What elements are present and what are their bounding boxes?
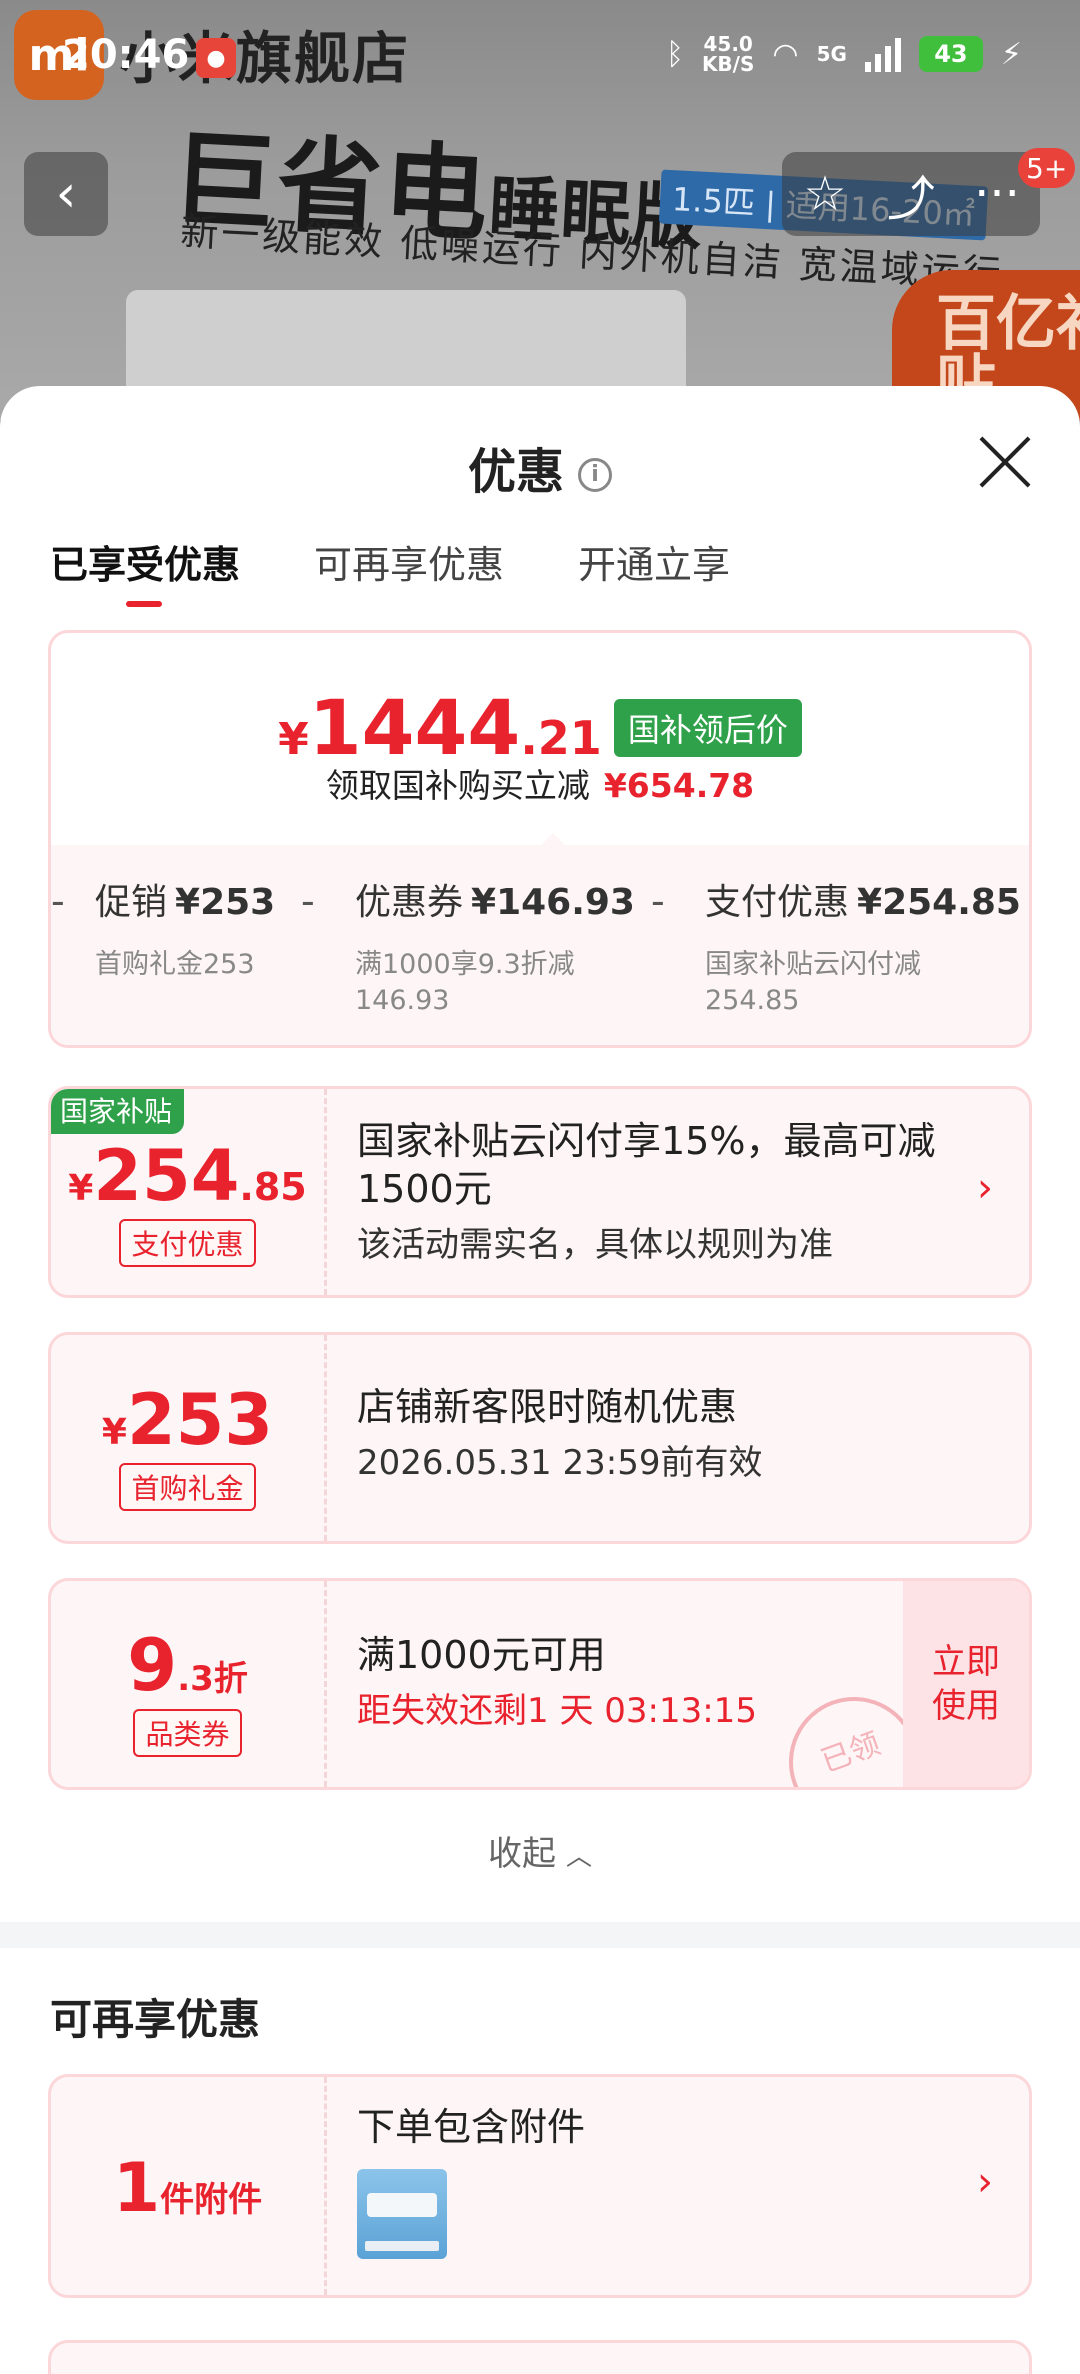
coupon-card-payment[interactable]: ¥254.85 支付优惠 国家补贴 国家补贴云闪付享15%，最高可减1500元 … xyxy=(48,1086,1032,1298)
minus-icon: - xyxy=(651,879,665,923)
charging-icon: ⚡ xyxy=(1000,36,1022,72)
accessory-count: 1件附件 xyxy=(112,2149,263,2228)
network-speed: 45.0 KB/S xyxy=(701,32,755,76)
accessory-title: 下单包含附件 xyxy=(357,2105,586,2149)
coupon-title: 店铺新客限时随机优惠 xyxy=(357,1385,738,1429)
use-now-button[interactable]: 立即使用 xyxy=(903,1581,1029,1787)
battery-icon: 43 xyxy=(918,36,983,72)
sheet-title: 优惠 i xyxy=(0,432,1080,502)
share-icon[interactable]: ⤴ xyxy=(881,159,941,229)
total-savings: 领取国补购买立减 ¥654.78 xyxy=(325,766,755,805)
bluetooth-icon: ᛒ xyxy=(665,36,684,72)
info-icon[interactable]: i xyxy=(578,458,612,492)
collapse-button[interactable]: 收起 ︿ xyxy=(0,1826,1080,1875)
accessory-thumbnail xyxy=(357,2169,447,2259)
next-card-peek xyxy=(48,2340,1032,2374)
price-summary-card: ¥1444.21 国补领后价 领取国补购买立减 ¥654.78 - 促销 ¥253 … xyxy=(48,630,1032,1048)
back-button[interactable]: ‹ xyxy=(24,152,108,236)
chevron-right-icon: › xyxy=(977,1165,993,1211)
coupon-type-chip: 品类券 xyxy=(133,1709,242,1757)
accessory-card[interactable]: 1件附件 下单包含附件 › xyxy=(48,2074,1032,2298)
network-type: 5G xyxy=(816,42,847,66)
section-title: 可再享优惠 xyxy=(50,1995,261,2044)
tab-bar: 已享受优惠 可再享优惠 开通立享 xyxy=(50,534,730,607)
header-actions: ☆ ⤴ ··· xyxy=(782,152,1040,236)
subsidy-corner-tag: 国家补贴 xyxy=(51,1089,185,1134)
coupon-amount: 9.3折 xyxy=(127,1623,248,1707)
coupon-type-chip: 支付优惠 xyxy=(119,1219,256,1267)
cart-count-badge: 5+ xyxy=(1018,148,1076,188)
coupon-amount: ¥254.85 xyxy=(68,1135,307,1217)
coupon-card-new-customer[interactable]: ¥253 首购礼金 店铺新客限时随机优惠 2026.05.31 23:59前有效 xyxy=(48,1332,1032,1544)
breakdown-coupon: 优惠券 ¥146.93 满1000享9.3折减 146.93 xyxy=(355,882,635,1016)
coupon-validity: 2026.05.31 23:59前有效 xyxy=(357,1443,763,1483)
breakdown-payment: 支付优惠 ¥254.85 国家补贴云闪付减 254.85 xyxy=(705,882,1021,1016)
tab-more-available[interactable]: 可再享优惠 xyxy=(314,534,504,607)
minus-icon: - xyxy=(51,879,65,923)
tab-enjoyed[interactable]: 已享受优惠 xyxy=(50,534,240,607)
discount-sheet: 优惠 i 已享受优惠 可再享优惠 开通立享 ¥1444.21 国补领后价 领取国补… xyxy=(0,386,1080,2374)
coupon-amount: ¥253 xyxy=(101,1379,274,1461)
chevron-up-icon: ︿ xyxy=(565,1842,592,1872)
coupon-title: 国家补贴云闪付享15%，最高可减1500元 xyxy=(357,1119,936,1211)
star-icon[interactable]: ☆ xyxy=(795,166,855,222)
price-tag: 国补领后价 xyxy=(613,698,802,757)
coupon-card-category[interactable]: 9.3折 品类券 满1000元可用 距失效还剩1 天 03:13:15 已领 立… xyxy=(48,1578,1032,1790)
coupon-type-chip: 首购礼金 xyxy=(119,1463,256,1511)
tab-activate[interactable]: 开通立享 xyxy=(578,534,730,607)
signal-icon xyxy=(864,36,901,72)
chevron-right-icon: › xyxy=(977,2159,993,2205)
chevron-left-icon: ‹ xyxy=(55,164,77,224)
coupon-note: 该活动需实名，具体以规则为准 xyxy=(357,1225,833,1265)
status-time: 20:46 xyxy=(62,32,190,78)
wifi-icon: ◠ xyxy=(772,36,799,72)
coupon-title: 满1000元可用 xyxy=(357,1633,606,1677)
breakdown-promo: 促销 ¥253 首购礼金253 xyxy=(95,882,276,980)
close-button[interactable] xyxy=(976,434,1032,490)
more-icon[interactable]: ··· xyxy=(967,166,1027,222)
app-notification-icon: ● xyxy=(196,38,236,78)
status-bar: 20:46 ● ᛒ 45.0 KB/S ◠ 5G 43 ⚡ xyxy=(0,0,1080,120)
section-divider xyxy=(0,1922,1080,1948)
minus-icon: - xyxy=(301,879,315,923)
